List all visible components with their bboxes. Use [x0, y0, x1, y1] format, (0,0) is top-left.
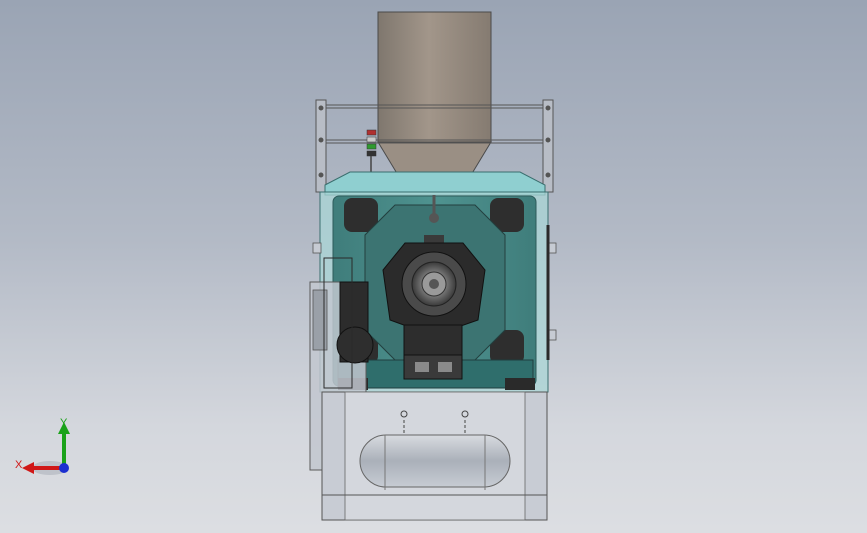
x-axis-arrow	[22, 462, 34, 474]
z-axis-dot	[59, 463, 69, 473]
tank-cylinder[interactable]	[359, 434, 511, 490]
status-light[interactable]	[366, 129, 377, 175]
rotor-assembly[interactable]	[382, 242, 486, 329]
machine-model[interactable]	[0, 0, 867, 533]
x-axis-label: X	[15, 459, 23, 471]
hopper[interactable]	[377, 11, 492, 196]
cad-viewport[interactable]	[0, 0, 867, 533]
rotor-support[interactable]	[403, 324, 463, 380]
coordinate-triad-icon: Y X	[10, 410, 80, 485]
y-axis-label: Y	[60, 417, 68, 429]
